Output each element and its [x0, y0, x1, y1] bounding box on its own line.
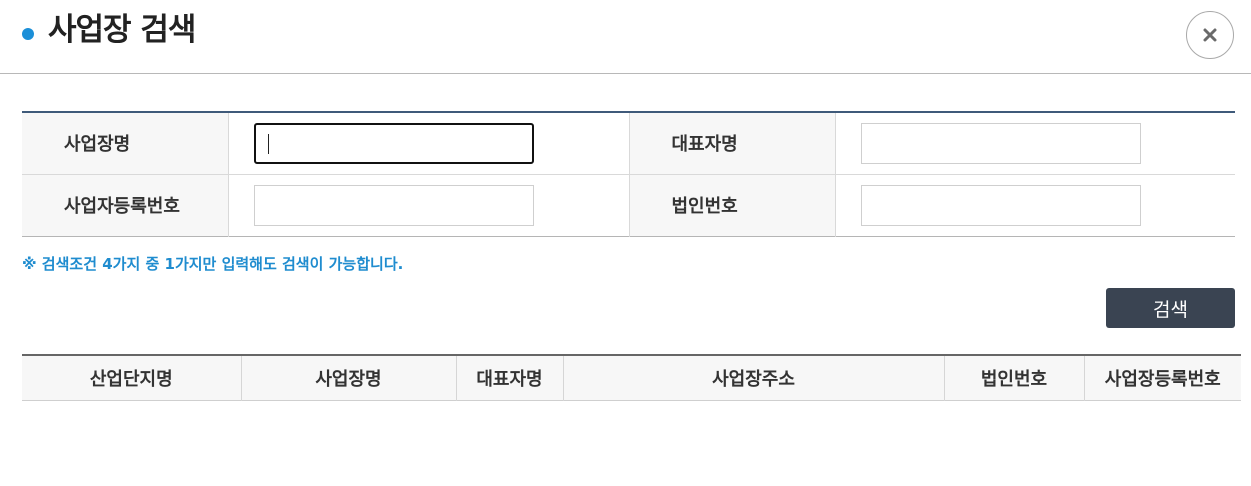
form-row: 사업자등록번호 법인번호: [22, 174, 1235, 236]
close-button[interactable]: [1186, 11, 1234, 59]
corporate-number-input[interactable]: [860, 184, 1141, 226]
text-caret: [268, 134, 269, 154]
search-form-table: 사업장명 대표자명 사업자등록번호 법인번호: [22, 111, 1235, 237]
column-header-business-name[interactable]: 사업장명: [241, 355, 457, 400]
page-title: 사업장 검색: [48, 12, 196, 48]
business-name-label: 사업장명: [22, 112, 229, 175]
representative-name-label: 대표자명: [629, 112, 836, 175]
search-button[interactable]: 검색: [1106, 288, 1235, 328]
column-header-representative[interactable]: 대표자명: [456, 355, 564, 400]
column-header-business-registration-number[interactable]: 사업장등록번호: [1084, 355, 1241, 400]
close-icon: [1203, 28, 1217, 42]
business-registration-number-input[interactable]: [253, 184, 534, 226]
results-table: 산업단지명 사업장명 대표자명 사업장주소 법인번호 사업장등록번호: [22, 354, 1241, 401]
search-notice: ※ 검색조건 4가지 중 1가지만 입력해도 검색이 가능합니다.: [22, 255, 404, 273]
results-header-row: 산업단지명 사업장명 대표자명 사업장주소 법인번호 사업장등록번호: [22, 355, 1241, 400]
corporate-number-label: 법인번호: [629, 174, 836, 236]
column-header-business-address[interactable]: 사업장주소: [563, 355, 945, 400]
form-row: 사업장명 대표자명: [22, 112, 1235, 175]
business-name-input[interactable]: [253, 122, 534, 164]
modal-header: 사업장 검색: [0, 0, 1251, 74]
column-header-industrial-complex[interactable]: 산업단지명: [22, 355, 242, 400]
representative-name-input[interactable]: [860, 122, 1141, 164]
business-registration-number-label: 사업자등록번호: [22, 174, 229, 236]
column-header-corporate-number[interactable]: 법인번호: [944, 355, 1085, 400]
title-bullet-icon: [22, 28, 34, 40]
